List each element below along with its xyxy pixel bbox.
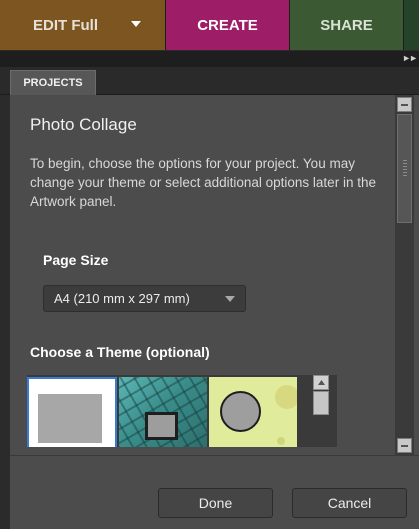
- theme-scrollbar[interactable]: [313, 375, 330, 416]
- page-size-dropdown[interactable]: A4 (210 mm x 297 mm): [43, 285, 246, 312]
- share-tab[interactable]: SHARE: [290, 0, 404, 50]
- theme-scroll-thumb[interactable]: [313, 391, 329, 415]
- grip-icon: [403, 160, 407, 176]
- done-button[interactable]: Done: [158, 488, 273, 518]
- scroll-up-icon: [401, 103, 408, 106]
- theme-thumbnail-yellow-blob: [275, 385, 297, 409]
- panel-title: Photo Collage: [30, 115, 137, 134]
- chevron-down-icon: [225, 295, 235, 302]
- scroll-down-icon: [401, 444, 408, 447]
- collapse-strip: ►►: [0, 51, 419, 67]
- panel-tab-bar: PROJECTS: [0, 67, 419, 95]
- theme-thumbnail-teal-frame: [145, 412, 178, 440]
- footer-divider: [10, 455, 419, 456]
- theme-thumbnail-teal[interactable]: [119, 377, 207, 447]
- tab-overflow-area: [404, 0, 419, 50]
- projects-panel: Photo Collage To begin, choose the optio…: [10, 95, 419, 529]
- top-bar: EDIT Full CREATE SHARE: [0, 0, 419, 50]
- fast-forward-icon[interactable]: ►►: [402, 53, 418, 63]
- edit-tab[interactable]: EDIT Full: [0, 0, 166, 50]
- theme-scroll-up-button[interactable]: [313, 375, 329, 390]
- edit-dropdown-icon[interactable]: [131, 21, 141, 27]
- theme-thumbnail-basic[interactable]: [27, 377, 117, 447]
- done-button-label: Done: [198, 495, 233, 511]
- theme-thumbnail-yellow-circle: [220, 391, 261, 432]
- cancel-button-label: Cancel: [327, 495, 372, 511]
- panel-description: To begin, choose the options for your pr…: [30, 156, 376, 209]
- theme-thumbnail-yellow[interactable]: [209, 377, 297, 447]
- scroll-thumb[interactable]: [397, 114, 412, 223]
- create-tab[interactable]: CREATE: [166, 0, 290, 50]
- scroll-up-button[interactable]: [397, 97, 412, 112]
- panel-scrollbar[interactable]: [395, 95, 414, 455]
- theme-picker: [27, 375, 337, 447]
- theme-thumbnail-basic-image: [38, 394, 102, 443]
- create-tab-label: CREATE: [197, 16, 258, 34]
- page-size-value: A4 (210 mm x 297 mm): [54, 291, 190, 306]
- edit-tab-label: EDIT Full: [33, 16, 98, 34]
- share-tab-label: SHARE: [320, 16, 373, 34]
- tab-projects[interactable]: PROJECTS: [10, 70, 96, 95]
- tab-projects-label: PROJECTS: [23, 77, 83, 89]
- page-size-label: Page Size: [43, 252, 109, 268]
- theme-label: Choose a Theme (optional): [30, 344, 210, 360]
- cancel-button[interactable]: Cancel: [292, 488, 407, 518]
- theme-thumbnail-yellow-dot: [277, 437, 285, 445]
- chevron-up-icon: [317, 380, 325, 385]
- scroll-down-button[interactable]: [397, 438, 412, 453]
